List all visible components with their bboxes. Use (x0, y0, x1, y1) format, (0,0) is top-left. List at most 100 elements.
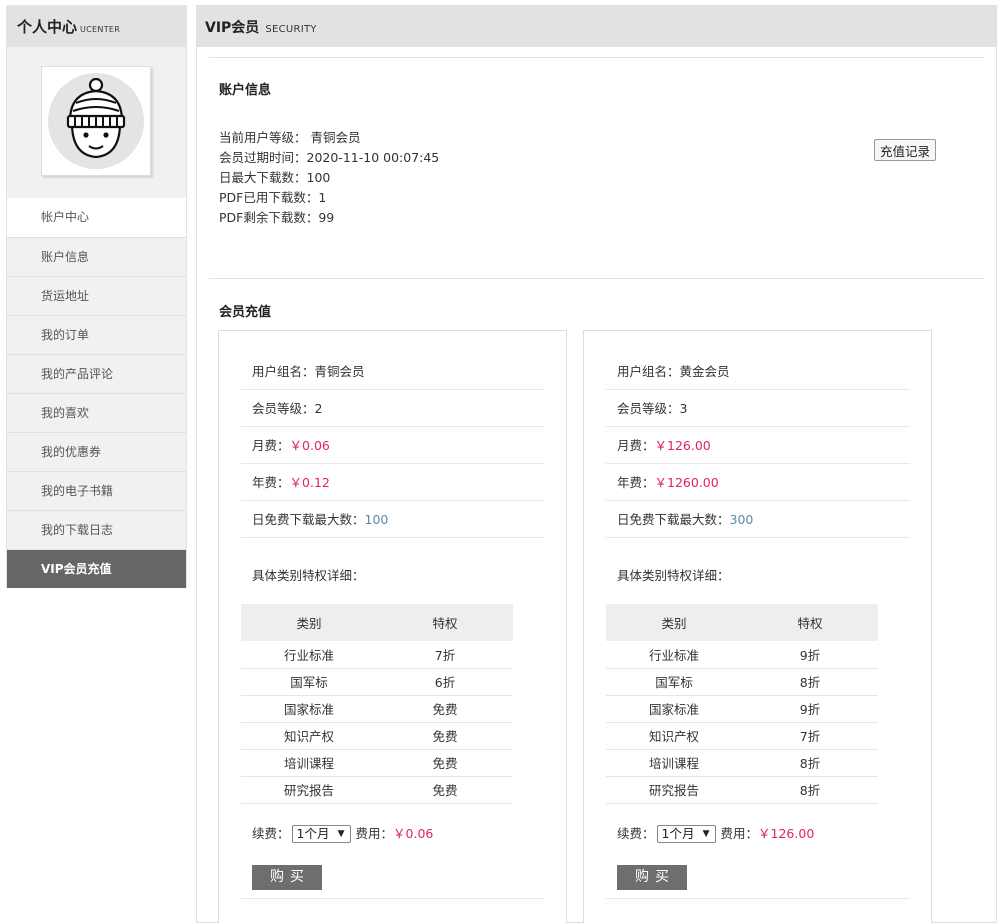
table-row: 培训课程 免费 (241, 749, 513, 777)
chevron-down-icon: ▼ (702, 828, 710, 839)
sidebar-title: 个人中心 (17, 18, 78, 36)
privilege-cell: 免费 (377, 722, 513, 750)
buy-button[interactable]: 购买 (252, 864, 322, 890)
monthly-fee-row: 月费：￥0.06 (241, 427, 545, 464)
period-select[interactable]: 1个月 ▼ (291, 824, 351, 843)
category-cell: 研究报告 (241, 776, 377, 804)
table-row: 培训课程 8折 (606, 749, 878, 777)
category-cell: 培训课程 (606, 749, 742, 777)
sidebar-item-product-reviews[interactable]: 我的产品评论 (7, 354, 186, 393)
table-row: 研究报告 8折 (606, 776, 878, 804)
page-title: VIP会员 (205, 20, 260, 36)
period-select[interactable]: 1个月 ▼ (656, 824, 716, 843)
yearly-fee-row: 年费：￥1260.00 (606, 464, 910, 501)
privilege-cell: 9折 (742, 641, 878, 669)
monthly-fee-label: 月费： (252, 438, 290, 453)
category-cell: 国军标 (241, 668, 377, 696)
yearly-fee-value: ￥1260.00 (654, 475, 719, 490)
daily-download-label: 日免费下载最大数： (252, 512, 365, 527)
divider (241, 897, 545, 899)
renew-label: 续费： (617, 825, 655, 841)
chevron-down-icon: ▼ (337, 828, 345, 839)
yearly-fee-value: ￥0.12 (289, 475, 330, 490)
expiry-line: 会员过期时间：2020-11-10 00:07:45 (219, 150, 440, 165)
plan-card-content: 用户组名：青铜会员 会员等级：2 月费：￥0.06 年费：￥0.12 日免费下载… (241, 353, 545, 899)
level-value: 2 (314, 401, 323, 416)
sidebar-item-vip-recharge[interactable]: VIP会员充值 (7, 549, 186, 588)
table-row: 国军标 8折 (606, 668, 878, 696)
daily-download-row: 日免费下载最大数：100 (241, 501, 545, 538)
privilege-detail-title: 具体类别特权详细： (252, 568, 365, 583)
sidebar-item-ebooks[interactable]: 我的电子书籍 (7, 471, 186, 510)
plan-card-bronze: 用户组名：青铜会员 会员等级：2 月费：￥0.06 年费：￥0.12 日免费下载… (218, 330, 567, 923)
sidebar-item-orders[interactable]: 我的订单 (7, 315, 186, 354)
daily-download-value: 100 (364, 512, 389, 527)
category-cell: 行业标准 (606, 641, 742, 669)
account-info-block: 当前用户等级： 青铜会员 会员过期时间：2020-11-10 00:07:45 … (219, 128, 439, 228)
table-row: 知识产权 7折 (606, 722, 878, 750)
fee-label: 费用： (355, 825, 394, 841)
privilege-cell: 6折 (377, 668, 513, 696)
privilege-table: 类别 特权 行业标准 9折 国军标 8折 国家标准 9折 知识产权 7折 培训课程 8折 … (606, 604, 878, 804)
buy-button[interactable]: 购买 (617, 864, 687, 890)
privilege-cell: 7折 (377, 641, 513, 669)
yearly-fee-label: 年费： (252, 475, 290, 490)
privilege-cell: 免费 (377, 695, 513, 723)
renew-label: 续费： (252, 825, 290, 841)
category-header: 类别 (606, 604, 742, 641)
sidebar-subtitle: UCENTER (80, 25, 121, 34)
fee-value: ￥126.00 (758, 825, 815, 841)
main-panel: VIP会员 SECURITY 账户信息 当前用户等级： 青铜会员 会员过期时间：2… (196, 5, 997, 923)
group-name-value: 青铜会员 (314, 364, 365, 379)
yearly-fee-row: 年费：￥0.12 (241, 464, 545, 501)
category-header: 类别 (241, 604, 377, 641)
group-name-label: 用户组名： (252, 364, 315, 379)
current-level-line: 当前用户等级： 青铜会员 (219, 130, 361, 145)
category-cell: 行业标准 (241, 641, 377, 669)
group-name-row: 用户组名：青铜会员 (241, 353, 545, 390)
level-value: 3 (679, 401, 688, 416)
divider (209, 57, 984, 58)
monthly-fee-row: 月费：￥126.00 (606, 427, 910, 464)
sidebar-item-coupons[interactable]: 我的优惠券 (7, 432, 186, 471)
category-cell: 国家标准 (606, 695, 742, 723)
main-header: VIP会员 SECURITY (197, 6, 996, 47)
monthly-fee-value: ￥0.06 (289, 438, 330, 453)
category-cell: 国军标 (606, 668, 742, 696)
level-row: 会员等级：2 (241, 390, 545, 427)
divider (606, 897, 910, 899)
sidebar-item-download-log[interactable]: 我的下载日志 (7, 510, 186, 549)
privilege-cell: 免费 (377, 776, 513, 804)
sidebar-item-account-center[interactable]: 帐户中心 (7, 198, 186, 237)
table-row: 国家标准 免费 (241, 695, 513, 723)
privilege-header: 特权 (377, 604, 513, 641)
category-cell: 知识产权 (606, 722, 742, 750)
table-header-row: 类别 特权 (241, 604, 513, 641)
category-cell: 研究报告 (606, 776, 742, 804)
sidebar-item-account-info[interactable]: 账户信息 (7, 237, 186, 276)
sidebar: 个人中心 UCENTER 帐户中心 账户信息 货运地址 我的订单 我的产品评论 … (6, 5, 187, 588)
avatar[interactable] (41, 66, 151, 176)
daily-download-label: 日免费下载最大数： (617, 512, 730, 527)
table-header-row: 类别 特权 (606, 604, 878, 641)
fee-value: ￥0.06 (393, 825, 434, 841)
privilege-cell: 8折 (742, 749, 878, 777)
renew-row: 续费： 1个月 ▼ 费用： ￥0.06 (241, 824, 545, 844)
recharge-section-title: 会员充值 (219, 305, 272, 320)
pdf-remaining-line: PDF剩余下载数：99 (219, 210, 335, 225)
divider (209, 278, 984, 279)
privilege-cell: 8折 (742, 776, 878, 804)
fee-label: 费用： (720, 825, 759, 841)
account-section-title: 账户信息 (219, 83, 272, 98)
daily-download-row: 日免费下载最大数：300 (606, 501, 910, 538)
table-row: 国家标准 9折 (606, 695, 878, 723)
group-name-row: 用户组名：黄金会员 (606, 353, 910, 390)
category-cell: 知识产权 (241, 722, 377, 750)
sidebar-item-favorites[interactable]: 我的喜欢 (7, 393, 186, 432)
sidebar-item-shipping-address[interactable]: 货运地址 (7, 276, 186, 315)
category-cell: 培训课程 (241, 749, 377, 777)
recharge-history-button[interactable]: 充值记录 (874, 139, 937, 161)
user-avatar-beanie-icon (48, 73, 144, 169)
level-label: 会员等级： (252, 401, 315, 416)
privilege-cell: 7折 (742, 722, 878, 750)
